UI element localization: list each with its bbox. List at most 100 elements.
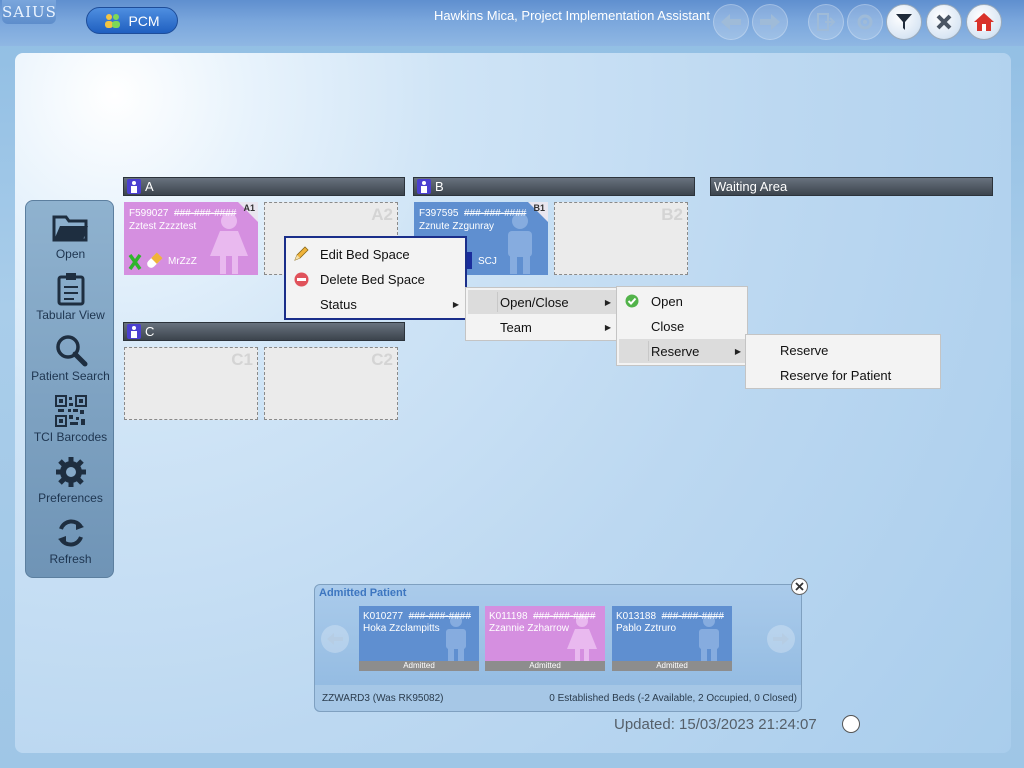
- menu-item-status[interactable]: Status ▶: [286, 292, 465, 316]
- bed-id: C2: [371, 350, 393, 369]
- admitted-title: Admitted Patient: [319, 587, 407, 599]
- patient-nhs-number: F397595 ###-###-####: [419, 208, 527, 219]
- menu-item-reserve-option[interactable]: Reserve: [746, 338, 940, 362]
- menu-item-edit-bed-space[interactable]: Edit Bed Space: [286, 242, 465, 266]
- pill-icon: [147, 252, 163, 268]
- green-x-icon: [128, 254, 142, 270]
- menu-item-delete-bed-space[interactable]: Delete Bed Space: [286, 267, 465, 291]
- pencil-icon: [294, 246, 309, 261]
- last-updated: Updated: 15/03/2023 21:24:07: [614, 716, 817, 733]
- sidebar-item-label: Tabular View: [36, 308, 105, 322]
- delete-icon: [294, 272, 308, 286]
- sidebar-item-patient-search[interactable]: Patient Search: [26, 329, 115, 389]
- status-submenu: Open/Close ▶ Team ▶: [465, 287, 618, 341]
- menu-item-close[interactable]: Close: [617, 314, 747, 338]
- group-name: C: [145, 324, 155, 339]
- patient-nhs-number: F599027 ###-###-####: [129, 208, 237, 219]
- submenu-arrow-icon: ▶: [604, 322, 611, 332]
- bed-context-menu: Edit Bed Space Delete Bed Space Status ▶: [284, 236, 467, 320]
- arrow-left-icon: [721, 14, 741, 30]
- admitted-patient-card[interactable]: K011198 ###-###-#### Zzannie Zzharrow Ad…: [485, 606, 605, 671]
- close-icon: [795, 582, 804, 591]
- admitted-close-button[interactable]: [791, 578, 808, 595]
- settings-button[interactable]: [847, 4, 883, 40]
- arrow-right-icon: [773, 633, 789, 645]
- user-title: Hawkins Mica, Project Implementation Ass…: [434, 8, 710, 23]
- sidebar-item-preferences[interactable]: Preferences: [26, 451, 115, 511]
- patient-status: Admitted: [485, 661, 605, 671]
- sidebar-item-label: Open: [55, 247, 86, 261]
- logout-button[interactable]: [808, 4, 844, 40]
- exit-icon: [817, 13, 836, 31]
- bed-group-icon: [417, 179, 431, 194]
- close-icon: [936, 14, 952, 30]
- admitted-footer: ZZWARD3 (Was RK95082) 0 Established Beds…: [315, 685, 801, 711]
- patient-nhs-number: K011198 ###-###-####: [489, 611, 596, 622]
- people-icon: [105, 13, 121, 28]
- sidebar-item-tci-barcodes[interactable]: TCI Barcodes: [26, 390, 115, 450]
- sidebar-item-label: Patient Search: [31, 369, 110, 383]
- home-button[interactable]: [966, 4, 1002, 40]
- menu-item-reserve-for-patient[interactable]: Reserve for Patient: [746, 363, 940, 387]
- patient-name: Pablo Zztruro: [616, 623, 677, 634]
- close-button[interactable]: [926, 4, 962, 40]
- filter-icon: [896, 14, 912, 30]
- group-header-b: B: [413, 177, 695, 196]
- bed-b2[interactable]: B2: [554, 202, 688, 275]
- submenu-arrow-icon: ▶: [452, 299, 459, 309]
- clipboard-icon: [51, 270, 91, 308]
- ward-name: ZZWARD3 (Was RK95082): [322, 693, 444, 704]
- filter-button[interactable]: [886, 4, 922, 40]
- admitted-prev-button[interactable]: [321, 625, 349, 653]
- app-logo: SAIUS: [2, 0, 56, 24]
- arrow-left-icon: [327, 633, 343, 645]
- patient-status: Admitted: [612, 661, 732, 671]
- submenu-arrow-icon: ▶: [734, 346, 741, 356]
- sidebar-item-tabular-view[interactable]: Tabular View: [26, 268, 115, 328]
- bed-a1[interactable]: A1 F599027 ###-###-#### Zztest Zzzztest …: [124, 202, 258, 275]
- patient-name: Zznute Zzgunray: [419, 221, 495, 232]
- forward-button[interactable]: [752, 4, 788, 40]
- consultant: MrZzZ: [168, 256, 197, 267]
- group-name: B: [435, 179, 444, 194]
- bed-id: B2: [661, 205, 683, 224]
- sidebar-item-open[interactable]: Open: [26, 207, 115, 267]
- reserve-submenu: Reserve Reserve for Patient: [745, 334, 941, 389]
- patient-nhs-number: K010277 ###-###-####: [363, 611, 471, 622]
- bed-id: A2: [371, 205, 393, 224]
- patient-name: Zztest Zzzztest: [129, 221, 197, 232]
- menu-item-team[interactable]: Team ▶: [466, 315, 617, 339]
- sidebar-item-label: Refresh: [49, 552, 92, 566]
- menu-item-open[interactable]: Open: [617, 289, 747, 313]
- bed-group-icon: [127, 324, 141, 339]
- group-header-c: C: [123, 322, 405, 341]
- bed-id: A1: [243, 203, 255, 213]
- open-close-submenu: Open Close Reserve ▶: [616, 286, 748, 366]
- group-name: Waiting Area: [714, 179, 788, 194]
- magnifier-icon: [51, 331, 91, 369]
- group-header-a: A: [123, 177, 405, 196]
- pcm-label: PCM: [128, 12, 160, 29]
- group-header-waiting-area: Waiting Area: [710, 177, 993, 196]
- arrow-right-icon: [760, 14, 780, 30]
- sidebar-item-refresh[interactable]: Refresh: [26, 512, 115, 572]
- check-icon: [625, 294, 639, 308]
- admitted-next-button[interactable]: [767, 625, 795, 653]
- sidebar-item-label: TCI Barcodes: [33, 430, 108, 444]
- admitted-patient-card[interactable]: K010277 ###-###-#### Hoka Zzclampitts Ad…: [359, 606, 479, 671]
- specialty: SCJ: [478, 256, 497, 267]
- pcm-module-button[interactable]: PCM: [86, 7, 178, 34]
- bed-c2[interactable]: C2: [264, 347, 398, 420]
- patient-name: Zzannie Zzharrow: [489, 623, 570, 634]
- admitted-patient-card[interactable]: K013188 ###-###-#### Pablo Zztruro Admit…: [612, 606, 732, 671]
- menu-item-open-close[interactable]: Open/Close ▶: [466, 290, 617, 314]
- admitted-patient-panel: Admitted Patient K010277 ###-###-#### Ho…: [314, 584, 802, 712]
- menu-item-reserve[interactable]: Reserve ▶: [617, 339, 747, 363]
- bed-id: B1: [533, 203, 545, 213]
- bed-c1[interactable]: C1: [124, 347, 258, 420]
- back-button[interactable]: [713, 4, 749, 40]
- submenu-arrow-icon: ▶: [604, 297, 611, 307]
- cog-icon: [857, 14, 873, 30]
- bed-group-icon: [127, 179, 141, 194]
- patient-status: Admitted: [359, 661, 479, 671]
